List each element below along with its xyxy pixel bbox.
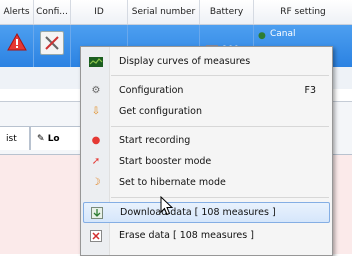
gear-icon: ⚙ [91, 85, 101, 96]
menu-separator [111, 126, 329, 127]
alerts-cell [0, 25, 34, 67]
menu-label: Start recording [119, 135, 191, 146]
context-menu: Display curves of measures ⚙ Configurati… [80, 46, 333, 256]
grid-header: Alerts Confi... ID Serial number Battery… [0, 0, 352, 25]
menu-item-erase-data[interactable]: Erase data [ 108 measures ] [83, 225, 330, 246]
header-rf-setting[interactable]: RF setting [254, 0, 352, 24]
pencil-icon: ✎ [37, 134, 45, 144]
header-alerts[interactable]: Alerts [0, 0, 34, 24]
download-icon [84, 202, 110, 223]
menu-separator [111, 75, 329, 76]
menu-item-partial[interactable] [83, 246, 330, 256]
menu-item-download-data[interactable]: Download data [ 108 measures ] [83, 202, 330, 223]
menu-item-start-recording[interactable]: ● Start recording [83, 130, 330, 151]
tool-icon[interactable] [40, 31, 64, 55]
get-config-icon: ⇩ [91, 106, 101, 117]
header-battery[interactable]: Battery [200, 0, 254, 24]
tab-logger-label: Lo [47, 134, 60, 144]
menu-label: Erase data [ 108 measures ] [119, 230, 254, 241]
menu-separator [111, 197, 329, 198]
moon-icon: ☽ [91, 177, 101, 188]
menu-label: Download data [ 108 measures ] [120, 207, 276, 218]
header-configuration[interactable]: Confi... [34, 0, 71, 24]
header-serial-number[interactable]: Serial number [128, 0, 200, 24]
tab-logger[interactable]: ✎ Lo [30, 126, 86, 150]
menu-item-get-configuration[interactable]: ⇩ Get configuration [83, 101, 330, 122]
menu-label: Configuration [119, 85, 184, 96]
mouse-cursor-icon [160, 196, 174, 216]
menu-label: Set to hibernate mode [119, 177, 226, 188]
erase-icon [83, 225, 109, 246]
menu-item-display-curves[interactable]: Display curves of measures [83, 51, 330, 72]
alert-icon [7, 33, 27, 51]
menu-item-hibernate[interactable]: ☽ Set to hibernate mode [83, 172, 330, 193]
record-icon: ● [91, 135, 101, 146]
curves-icon [83, 51, 109, 72]
menu-label: Display curves of measures [119, 56, 251, 67]
rf-value: Canal [270, 29, 296, 39]
booster-icon: ➚ [91, 156, 101, 167]
menu-shortcut: F3 [304, 85, 316, 96]
menu-item-start-booster-mode[interactable]: ➚ Start booster mode [83, 151, 330, 172]
signal-icon: ● [258, 31, 266, 41]
menu-label: Start booster mode [119, 156, 212, 167]
menu-item-configuration[interactable]: ⚙ Configuration F3 [83, 80, 330, 101]
header-id[interactable]: ID [71, 0, 128, 24]
tab-list[interactable]: ist [0, 126, 30, 150]
menu-label: Get configuration [119, 106, 202, 117]
configuration-cell[interactable] [34, 25, 71, 67]
